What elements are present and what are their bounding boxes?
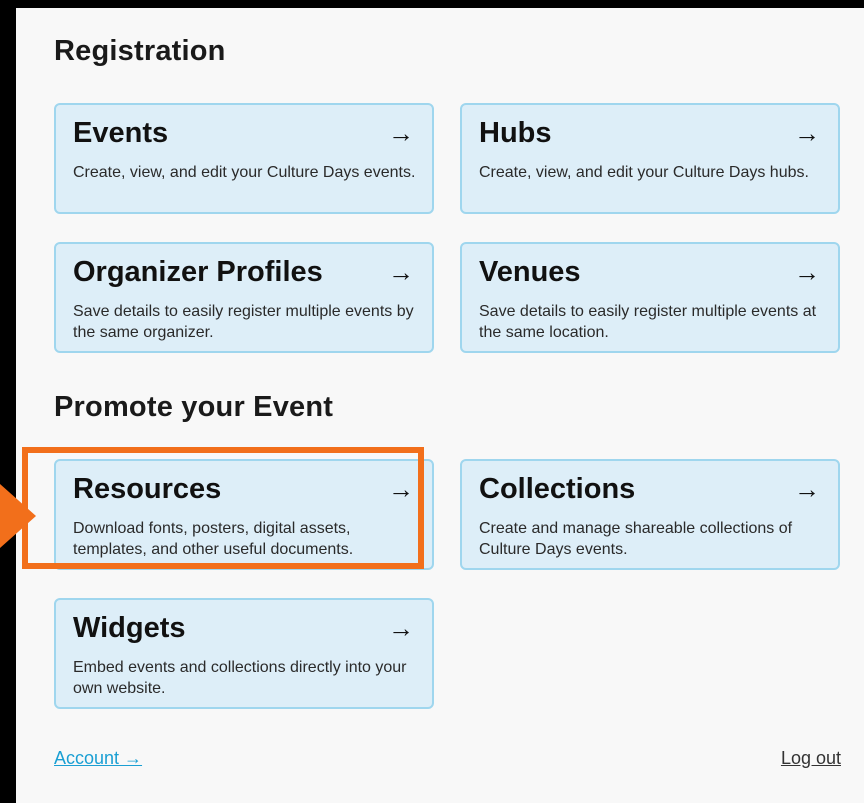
venues-card[interactable]: Venues → Save details to easily register…	[460, 242, 840, 353]
events-card-description: Create, view, and edit your Culture Days…	[73, 164, 416, 181]
hubs-card-description: Create, view, and edit your Culture Days…	[479, 164, 809, 181]
pointer-arrow-icon	[0, 484, 36, 548]
events-card[interactable]: Events → Create, view, and edit your Cul…	[54, 103, 434, 214]
hubs-card[interactable]: Hubs → Create, view, and edit your Cultu…	[460, 103, 840, 214]
organizer-profiles-card[interactable]: Organizer Profiles → Save details to eas…	[54, 242, 434, 353]
venues-card-description: Save details to easily register multiple…	[479, 303, 817, 341]
dashboard-page: Registration Events → Create, view, and …	[16, 8, 864, 803]
arrow-right-icon: →	[794, 474, 820, 504]
collections-card-description: Create and manage shareable collections …	[479, 520, 793, 558]
organizer-profiles-card-description: Save details to easily register multiple…	[73, 303, 414, 341]
promote-heading: Promote your Event	[54, 391, 334, 423]
logout-link[interactable]: Log out	[781, 748, 841, 769]
resources-card-description: Download fonts, posters, digital assets,…	[73, 520, 354, 558]
resources-card[interactable]: Resources → Download fonts, posters, dig…	[54, 459, 434, 570]
widgets-card-description: Embed events and collections directly in…	[73, 659, 407, 697]
arrow-right-icon: →	[794, 118, 820, 148]
collections-card-title: Collections	[479, 473, 636, 505]
resources-card-title: Resources	[73, 473, 222, 505]
events-card-title: Events	[73, 117, 169, 149]
account-link[interactable]: Account →	[54, 748, 142, 769]
arrow-right-icon: →	[794, 257, 820, 287]
organizer-profiles-card-title: Organizer Profiles	[73, 256, 323, 288]
widgets-card-title: Widgets	[73, 612, 186, 644]
arrow-right-icon: →	[388, 118, 414, 148]
arrow-right-icon: →	[388, 613, 414, 643]
registration-heading: Registration	[54, 35, 226, 67]
collections-card[interactable]: Collections → Create and manage shareabl…	[460, 459, 840, 570]
venues-card-title: Venues	[479, 256, 581, 288]
arrow-right-icon: →	[388, 474, 414, 504]
hubs-card-title: Hubs	[479, 117, 552, 149]
arrow-right-icon: →	[388, 257, 414, 287]
widgets-card[interactable]: Widgets → Embed events and collections d…	[54, 598, 434, 709]
